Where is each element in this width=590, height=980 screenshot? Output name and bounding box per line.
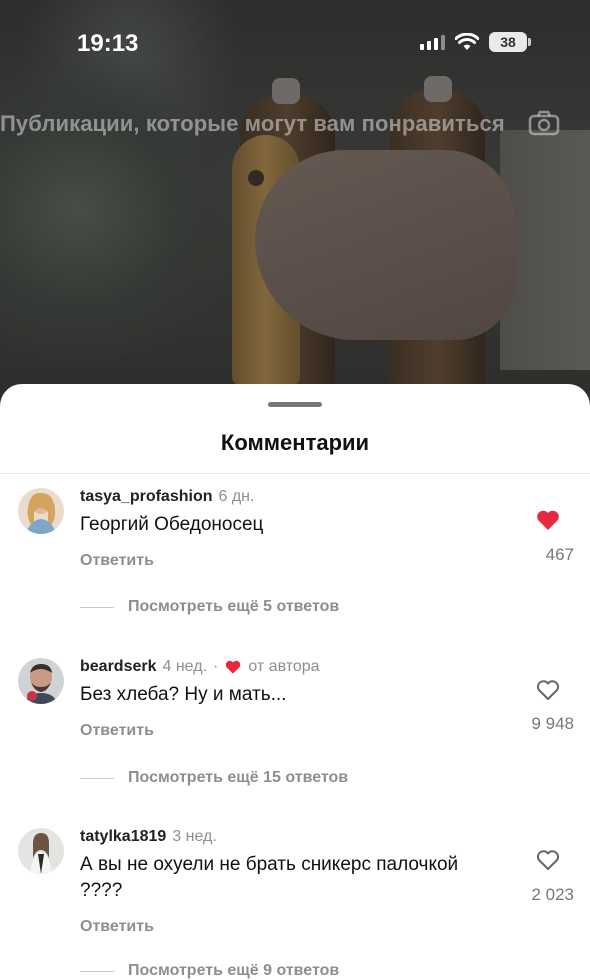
author-heart-icon [226,660,241,674]
reply-button[interactable]: Ответить [80,918,154,936]
avatar[interactable] [18,828,64,874]
signal-icon [420,34,445,50]
avatar[interactable] [18,658,64,704]
status-time: 19:13 [77,30,139,57]
view-replies-button[interactable]: Посмотреть ещё 9 ответов [80,962,339,980]
status-icons: 38 [420,32,531,52]
comment-text: А вы не охуели не брать сникерс палочкой… [80,854,459,901]
meta-separator: · [213,658,219,675]
reply-button[interactable]: Ответить [80,552,154,570]
like-count: 9 948 [531,714,574,733]
sheet-title: Комментарии [220,430,370,455]
view-replies-button[interactable]: Посмотреть ещё 15 ответов [80,769,348,787]
comment-age: 4 нед. [162,658,208,675]
camera-icon[interactable] [528,110,560,136]
heart-outline-icon[interactable] [535,848,561,872]
like-count: 2 023 [531,885,574,904]
sheet-drag-handle[interactable] [268,402,322,407]
comment-text: Без хлеба? Ну и мать... [80,684,287,705]
comment-meta: beardserk 4 нед. · от автора [80,658,320,676]
comment-age: 6 дн. [218,488,255,505]
suggested-posts-title: Публикации, которые могут вам понравитьс… [0,111,505,136]
wifi-icon [455,33,479,50]
comments-sheet: Комментарии tasya_profashion 6 дн. Георг… [0,384,590,979]
replies-line [80,777,114,779]
heart-outline-icon[interactable] [535,678,561,702]
view-replies-label: Посмотреть ещё 15 ответов [128,769,349,786]
comment-meta: tatylka1819 3 нед. [80,828,217,846]
comment-username[interactable]: beardserk [80,658,157,676]
heart-icon[interactable] [535,508,561,532]
reply-button[interactable]: Ответить [80,722,154,740]
comment-meta: tasya_profashion 6 дн. [80,488,254,506]
divider [0,473,590,474]
comment-text: Георгий Обедоносец [80,514,264,535]
avatar[interactable] [18,488,64,534]
comment-username[interactable]: tatylka1819 [80,828,166,846]
battery-icon: 38 [489,32,531,52]
comment-age: 3 нед. [172,828,217,845]
comment-username[interactable]: tasya_profashion [80,488,212,506]
status-bar: 19:13 38 [0,0,590,90]
author-like-label: от автора [248,658,320,675]
replies-line [80,606,114,608]
view-replies-button[interactable]: Посмотреть ещё 5 ответов [80,598,339,616]
like-count: 467 [545,545,574,564]
view-replies-label: Посмотреть ещё 5 ответов [128,598,340,615]
view-replies-label: Посмотреть ещё 9 ответов [128,962,340,979]
replies-line [80,970,114,972]
